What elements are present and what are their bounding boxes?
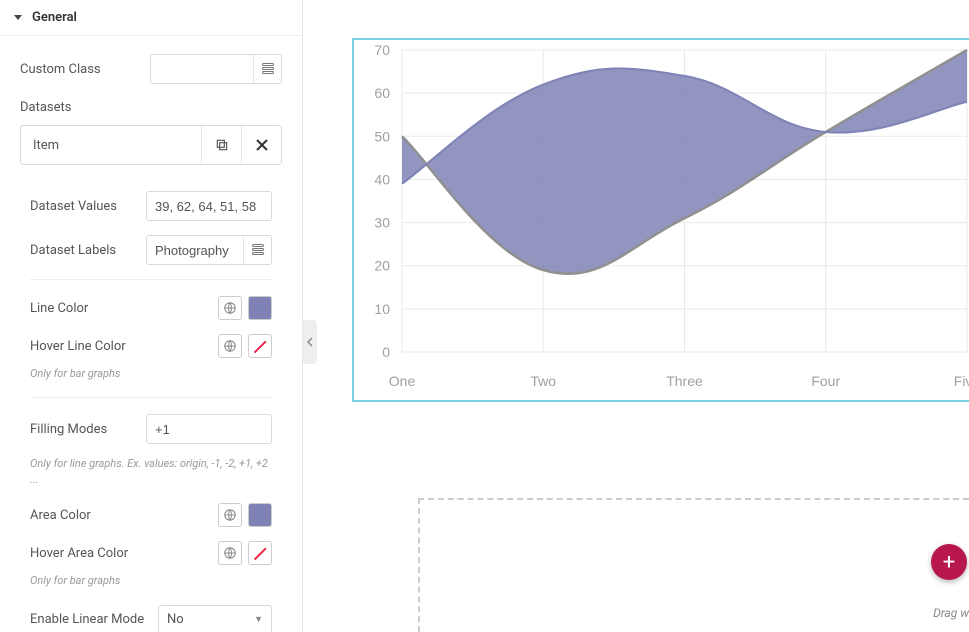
- divider: [30, 279, 272, 280]
- filling-modes-input[interactable]: [147, 415, 271, 443]
- svg-text:50: 50: [374, 128, 390, 144]
- filling-modes-label: Filling Modes: [30, 422, 138, 437]
- chart-plot: 0 10 20 30 40 50 60 70 One Two Three Four Five: [354, 40, 969, 400]
- panel-body: Custom Class Datasets Item: [0, 36, 302, 632]
- section-title: General: [32, 10, 77, 25]
- copy-icon: [215, 138, 229, 152]
- filling-hint: Only for line graphs. Ex. values: origin…: [30, 456, 272, 487]
- globe-button[interactable]: [218, 334, 242, 358]
- custom-class-label: Custom Class: [20, 62, 140, 77]
- area-color-label: Area Color: [30, 508, 138, 523]
- settings-sidebar: General Custom Class Datasets Item: [0, 0, 303, 632]
- custom-class-input[interactable]: [151, 55, 253, 83]
- section-header-general[interactable]: General: [0, 0, 302, 36]
- svg-text:0: 0: [382, 344, 390, 360]
- hover-line-color-label: Hover Line Color: [30, 339, 138, 354]
- svg-text:10: 10: [374, 301, 390, 317]
- db-picker-button[interactable]: [253, 55, 281, 83]
- dataset-item: Item: [20, 125, 282, 165]
- delete-button[interactable]: [241, 126, 281, 164]
- hover-line-color-swatch[interactable]: [248, 334, 272, 358]
- enable-linear-value: No: [167, 612, 184, 627]
- datasets-label: Datasets: [20, 100, 282, 115]
- svg-text:70: 70: [374, 42, 390, 58]
- globe-icon: [223, 508, 237, 522]
- plus-icon: +: [943, 550, 955, 575]
- svg-text:Four: Four: [811, 373, 840, 389]
- enable-linear-select[interactable]: No ▼: [158, 605, 272, 632]
- svg-text:One: One: [389, 373, 416, 389]
- bar-graph-hint-2: Only for bar graphs: [30, 573, 272, 588]
- drop-zone[interactable]: Drag w: [418, 498, 969, 632]
- chevron-down-icon: ▼: [254, 614, 263, 625]
- hover-area-color-label: Hover Area Color: [30, 546, 138, 561]
- svg-text:60: 60: [374, 85, 390, 101]
- dataset-labels-label: Dataset Labels: [30, 243, 138, 258]
- globe-button[interactable]: [218, 296, 242, 320]
- line-color-label: Line Color: [30, 301, 138, 316]
- dataset-labels-input[interactable]: [147, 236, 243, 264]
- svg-text:Three: Three: [666, 373, 703, 389]
- close-icon: [256, 139, 268, 151]
- globe-icon: [223, 339, 237, 353]
- area-color-swatch[interactable]: [248, 503, 272, 527]
- drop-hint-text: Drag w: [933, 606, 969, 620]
- dataset-values-input[interactable]: [147, 192, 271, 220]
- dataset-values-label: Dataset Values: [30, 199, 138, 214]
- hover-area-color-swatch[interactable]: [248, 541, 272, 565]
- add-fab-button[interactable]: +: [931, 544, 967, 580]
- enable-linear-label: Enable Linear Mode: [30, 612, 150, 627]
- dataset-item-title[interactable]: Item: [21, 126, 201, 164]
- chevron-left-icon: [307, 337, 313, 347]
- bar-graph-hint: Only for bar graphs: [30, 366, 272, 381]
- svg-text:20: 20: [374, 258, 390, 274]
- svg-text:30: 30: [374, 215, 390, 231]
- globe-button[interactable]: [218, 503, 242, 527]
- duplicate-button[interactable]: [201, 126, 241, 164]
- database-icon: [262, 63, 274, 75]
- svg-text:40: 40: [374, 171, 390, 187]
- db-picker-button-2[interactable]: [243, 236, 271, 264]
- globe-icon: [223, 301, 237, 315]
- line-color-swatch[interactable]: [248, 296, 272, 320]
- globe-button[interactable]: [218, 541, 242, 565]
- divider: [30, 397, 272, 398]
- dataset-subfields: Dataset Values Dataset Labels Line Color: [20, 177, 282, 632]
- caret-down-icon: [14, 15, 22, 20]
- chart-canvas[interactable]: 0 10 20 30 40 50 60 70 One Two Three Four Five: [352, 38, 969, 402]
- svg-text:Five: Five: [954, 373, 969, 389]
- globe-icon: [223, 546, 237, 560]
- svg-text:Two: Two: [530, 373, 556, 389]
- collapse-sidebar-button[interactable]: [303, 320, 317, 364]
- database-icon: [252, 244, 264, 256]
